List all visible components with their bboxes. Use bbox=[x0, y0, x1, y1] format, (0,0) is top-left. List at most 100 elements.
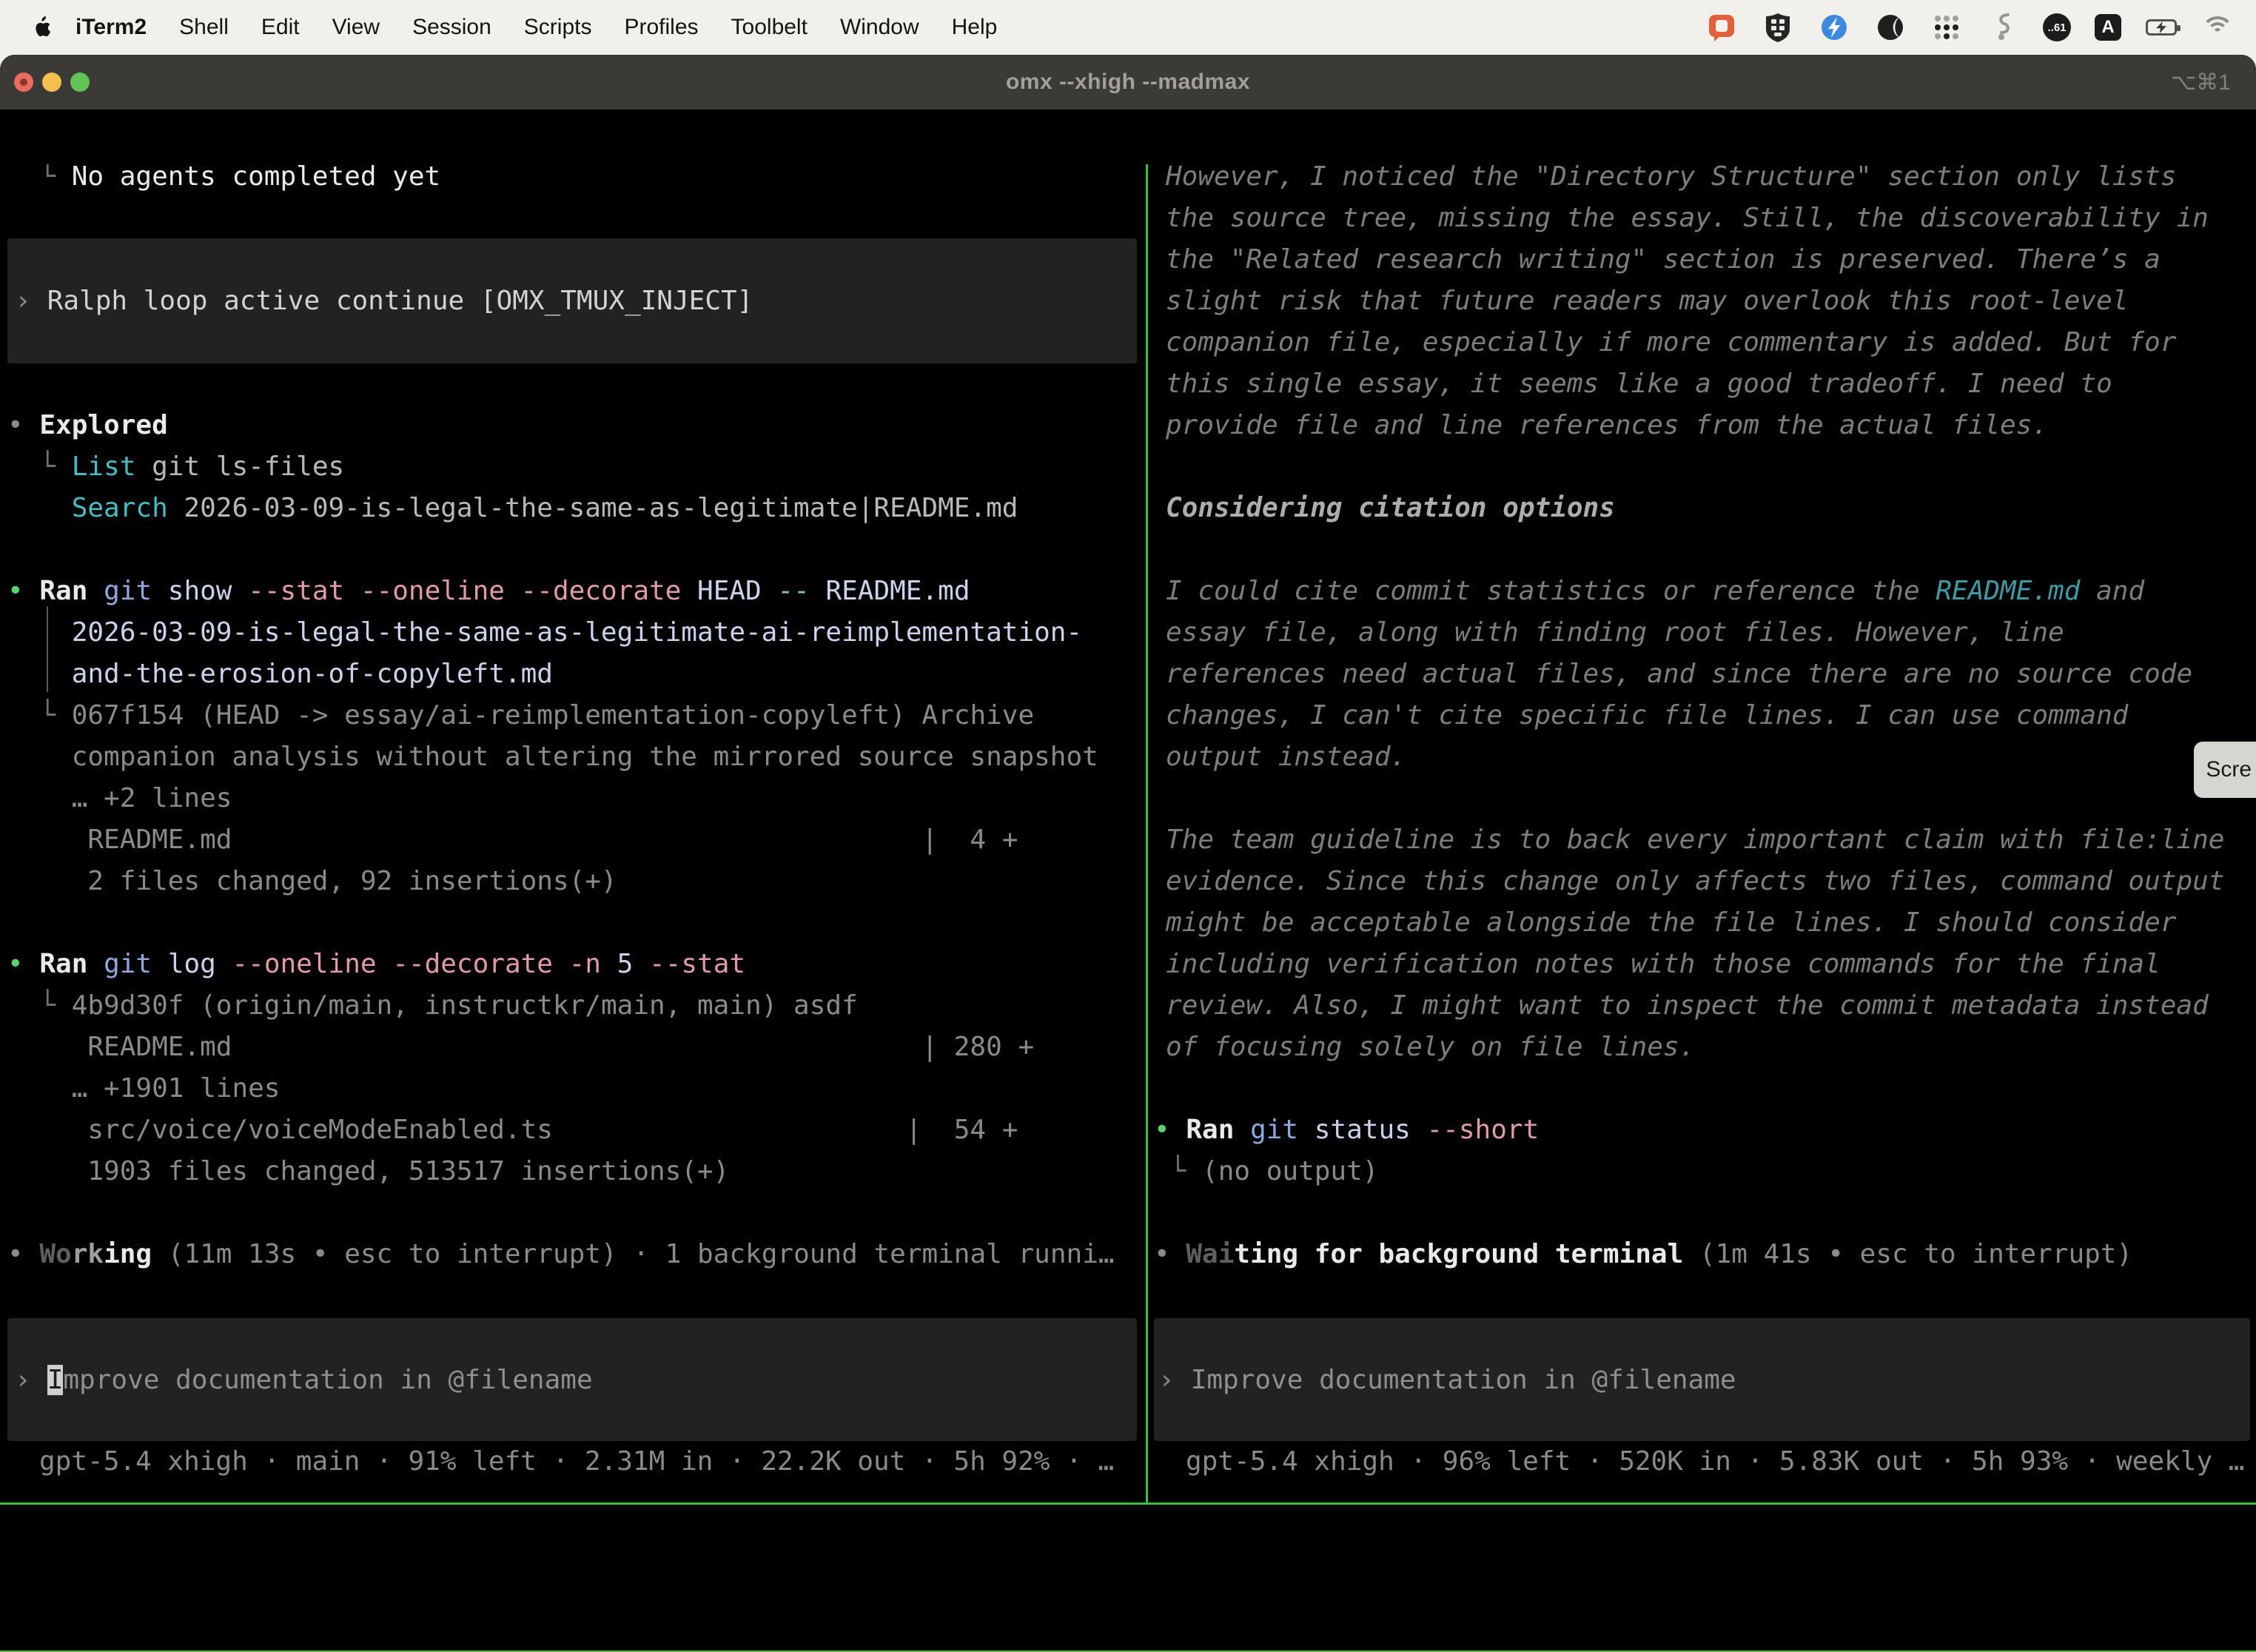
window-title: omx --xhigh --madmax bbox=[1006, 70, 1250, 95]
lightning-badge-icon[interactable] bbox=[1818, 11, 1850, 44]
terminal-text-segment: status bbox=[1298, 1115, 1426, 1145]
chat-bubble-icon[interactable] bbox=[1705, 11, 1738, 44]
apple-menu-icon[interactable] bbox=[27, 16, 56, 38]
iterm-window: omx --xhigh --madmax ⌥⌘1 └ No agents com… bbox=[0, 55, 2256, 1652]
terminal-text-segment: Considering citation options bbox=[1166, 493, 1615, 523]
terminal-line: Search 2026-03-09-is-legal-the-same-as-l… bbox=[7, 488, 1146, 529]
percent-badge-icon[interactable]: ..61 bbox=[2043, 13, 2071, 41]
terminal-line: However, I noticed the "Directory Struct… bbox=[1154, 164, 2256, 198]
shield-grid-glyph bbox=[1765, 13, 1791, 42]
menu-item-session[interactable]: Session bbox=[396, 15, 508, 39]
terminal-text-segment: ting for background terminal bbox=[1234, 1239, 1683, 1269]
battery-icon[interactable] bbox=[2145, 11, 2178, 44]
menu-item-view[interactable]: View bbox=[316, 15, 396, 39]
terminal-line: and-the-erosion-of-copyleft.md bbox=[7, 654, 1146, 695]
terminal-line: review. Also, I might want to inspect th… bbox=[1154, 985, 2256, 1027]
terminal-text-segment bbox=[87, 949, 104, 979]
terminal-text-segment: output instead. bbox=[1166, 742, 1406, 772]
menu-item-iterm2[interactable]: iTerm2 bbox=[75, 15, 163, 39]
terminal-text-segment: the source tree, missing the essay. Stil… bbox=[1166, 203, 2209, 233]
terminal-text-segment: this single essay, it seems like a good … bbox=[1166, 369, 2112, 399]
terminal-line: companion analysis without altering the … bbox=[7, 736, 1146, 778]
terminal-text-segment: No agents completed yet bbox=[72, 164, 441, 192]
menu-items: iTerm2ShellEditViewSessionScriptsProfile… bbox=[75, 15, 1013, 40]
menu-item-scripts[interactable]: Scripts bbox=[508, 15, 608, 39]
lightning-badge-glyph bbox=[1819, 13, 1849, 42]
terminal-line: • Ran git status --short bbox=[1154, 1109, 2256, 1151]
terminal-line: README.md | 280 + bbox=[7, 1027, 1146, 1068]
terminal-line: └ List git ls-files bbox=[7, 446, 1146, 488]
left-pane[interactable]: └ No agents completed yet ›Ralph loop ac… bbox=[0, 164, 1146, 1502]
terminal-text-segment: README.md | 280 + bbox=[7, 1032, 1034, 1062]
right-input-box[interactable]: ›Improve documentation in @filename bbox=[1154, 1318, 2250, 1441]
prompt-chevron: › bbox=[1158, 1365, 1175, 1395]
terminal-text-segment: README.md | 4 + bbox=[7, 825, 1018, 855]
terminal-line: Considering citation options bbox=[1154, 488, 2256, 529]
left-input-box[interactable]: ›Improve documentation in @filename bbox=[7, 1318, 1137, 1441]
terminal-text-segment: 2 files changed, 92 insertions(+) bbox=[7, 866, 617, 896]
terminal-text-segment: However, I noticed the "Directory Struct… bbox=[1166, 164, 2176, 192]
terminal-line: The team guideline is to back every impo… bbox=[1154, 819, 2256, 861]
terminal-line: └ 067f154 (HEAD -> essay/ai-reimplementa… bbox=[7, 695, 1146, 736]
terminal-text-segment: --stat --oneline --decorate bbox=[248, 576, 681, 606]
menu-item-toolbelt[interactable]: Toolbelt bbox=[715, 15, 824, 39]
input-source-icon[interactable]: A bbox=[2095, 14, 2121, 41]
menu-item-help[interactable]: Help bbox=[936, 15, 1014, 39]
terminal-line: this single essay, it seems like a good … bbox=[1154, 363, 2256, 405]
terminal-text-segment: ing bbox=[104, 1239, 152, 1269]
terminal-line: I could cite commit statistics or refere… bbox=[1154, 571, 2256, 612]
wifi-icon[interactable] bbox=[2201, 11, 2234, 44]
terminal-text-segment: review. Also, I might want to inspect th… bbox=[1166, 990, 2209, 1021]
terminal-line bbox=[1154, 778, 2256, 819]
menu-item-profiles[interactable]: Profiles bbox=[608, 15, 714, 39]
terminal-text-segment: README.md bbox=[810, 576, 970, 606]
terminal-text-segment: show bbox=[152, 576, 248, 606]
terminal-text-segment: └ bbox=[7, 451, 72, 482]
terminal-line: └ 4b9d30f (origin/main, instructkr/main,… bbox=[7, 985, 1146, 1027]
terminal-line: • Explored bbox=[7, 405, 1146, 446]
left-input-text: mprove documentation in @filename bbox=[63, 1365, 592, 1395]
shield-grid-icon[interactable] bbox=[1762, 11, 1794, 44]
terminal-text-segment: HEAD bbox=[681, 576, 777, 606]
terminal-line: └ (no output) bbox=[1154, 1151, 2256, 1192]
terminal-line: evidence. Since this change only affects… bbox=[1154, 861, 2256, 902]
terminal-content: └ No agents completed yet ›Ralph loop ac… bbox=[0, 164, 2256, 1652]
terminal-text-segment bbox=[1234, 1115, 1250, 1145]
terminal-line: └ No agents completed yet bbox=[7, 164, 1146, 198]
terminal-text-segment: slight risk that future readers may over… bbox=[1166, 286, 2128, 316]
terminal-text-segment: • bbox=[1154, 1115, 1186, 1145]
terminal-line: including verification notes with those … bbox=[1154, 944, 2256, 985]
clipped-screen-chip: Scre bbox=[2194, 742, 2256, 798]
terminal-text-segment: • bbox=[7, 1239, 39, 1269]
percent-badge-label: ..61 bbox=[2047, 21, 2066, 34]
terminal-text-segment: 4b9d30f (origin/main, instructkr/main, m… bbox=[72, 990, 858, 1021]
terminal-text-segment: git bbox=[1250, 1115, 1298, 1145]
terminal-text-segment: the "Related research writing" section i… bbox=[1166, 244, 2161, 275]
terminal-text-segment: companion file, especially if more comme… bbox=[1166, 327, 2176, 357]
clipped-screen-label: Scre bbox=[2206, 757, 2252, 782]
window-title-bar[interactable]: omx --xhigh --madmax ⌥⌘1 bbox=[0, 55, 2256, 110]
minimize-button[interactable] bbox=[42, 73, 61, 92]
terminal-text-segment: (11m 13s • esc to interrupt) · 1 backgro… bbox=[152, 1239, 1114, 1269]
close-button[interactable] bbox=[14, 73, 33, 92]
terminal-text-segment: -- bbox=[777, 576, 809, 606]
terminal-text-segment: • bbox=[7, 410, 39, 440]
moon-circle-icon[interactable] bbox=[1874, 11, 1907, 44]
menu-item-edit[interactable]: Edit bbox=[245, 15, 316, 39]
window-shortcut-badge: ⌥⌘1 bbox=[2171, 70, 2231, 95]
terminal-text-segment: List bbox=[72, 451, 136, 482]
terminal-line: • Working (11m 13s • esc to interrupt) ·… bbox=[7, 1234, 1146, 1275]
right-pane[interactable]: However, I noticed the "Directory Struct… bbox=[1148, 164, 2256, 1502]
squiggle-icon[interactable] bbox=[1987, 11, 2019, 44]
terminal-text-segment: Ran bbox=[39, 949, 87, 979]
terminal-text-segment: 1903 files changed, 513517 insertions(+) bbox=[7, 1156, 729, 1186]
zoom-button[interactable] bbox=[70, 73, 90, 92]
menu-item-shell[interactable]: Shell bbox=[163, 15, 245, 39]
left-status-line: gpt-5.4 xhigh · main · 91% left · 2.31M … bbox=[7, 1441, 1146, 1483]
terminal-line: • Ran git log --oneline --decorate -n 5 … bbox=[7, 944, 1146, 985]
menu-item-window[interactable]: Window bbox=[824, 15, 936, 39]
terminal-line: the source tree, missing the essay. Stil… bbox=[1154, 198, 2256, 239]
terminal-text-segment bbox=[7, 493, 72, 523]
dots-grid-glyph bbox=[1932, 13, 1961, 42]
dots-grid-icon[interactable] bbox=[1930, 11, 1963, 44]
